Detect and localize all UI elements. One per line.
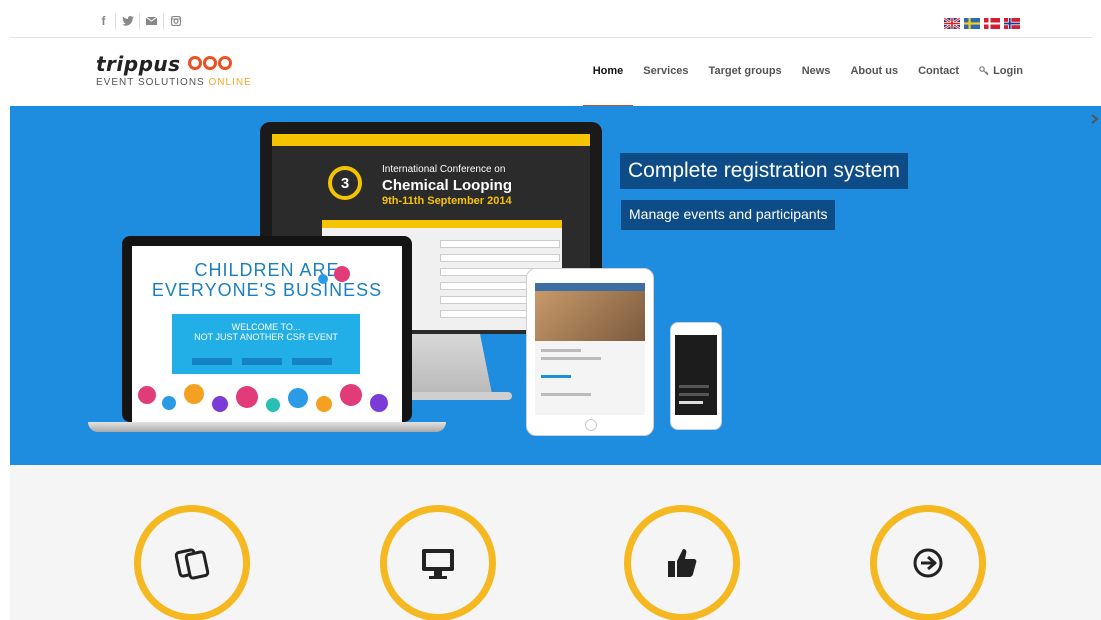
sweden-flag-icon[interactable] (964, 18, 980, 29)
nav-target-groups[interactable]: Target groups (709, 65, 782, 77)
laptop-mockup: CHILDREN ARE EVERYONE'S BUSINESS WELCOME… (122, 236, 412, 422)
nav-services[interactable]: Services (643, 65, 688, 77)
logo-wordmark: trippus (96, 52, 181, 76)
logo-tagline: EVENT SOLUTIONS ONLINE (96, 77, 252, 88)
twitter-icon (121, 16, 134, 26)
conference-badge: 3 (328, 166, 362, 200)
facebook-link[interactable]: f (92, 13, 116, 29)
hero-slider: 3 International Conference on Chemical L… (10, 106, 1101, 465)
feature-online[interactable] (380, 505, 496, 620)
mail-link[interactable] (140, 13, 164, 29)
twitter-link[interactable] (116, 13, 140, 29)
monitor-line-1: International Conference on (382, 164, 506, 175)
nav-login-label: Login (993, 65, 1023, 77)
main-nav: Home Services Target groups News About u… (573, 65, 1023, 107)
denmark-flag-icon[interactable] (984, 18, 1000, 29)
logo[interactable]: trippus EVENT SOLUTIONS ONLINE (96, 52, 252, 88)
laptop-title: CHILDREN ARE EVERYONE'S BUSINESS (151, 260, 383, 300)
thumbs-up-icon (662, 543, 702, 583)
slider-next-arrow-icon[interactable] (1091, 114, 1099, 124)
laptop-welcome-box: WELCOME TO... NOT JUST ANOTHER CSR EVENT (172, 314, 360, 374)
instagram-icon (171, 16, 181, 26)
arrow-circle-right-icon (908, 543, 948, 583)
nav-about-us[interactable]: About us (850, 65, 898, 77)
feature-quality[interactable] (624, 505, 740, 620)
language-flags (944, 18, 1020, 29)
top-bar: f (10, 0, 1092, 38)
feature-next[interactable] (870, 505, 986, 620)
hero-headline: Complete registration system (620, 153, 908, 189)
monitor-line-3: 9th-11th September 2014 (382, 195, 512, 207)
norway-flag-icon[interactable] (1004, 18, 1020, 29)
mail-icon (146, 17, 157, 25)
monitor-line-2: Chemical Looping (382, 177, 513, 194)
site-header: trippus EVENT SOLUTIONS ONLINE Home Serv… (0, 38, 1101, 107)
nav-contact[interactable]: Contact (918, 65, 959, 77)
facebook-icon: f (101, 14, 106, 28)
instagram-link[interactable] (164, 13, 188, 29)
phone-mockup (670, 322, 722, 430)
hero-subline: Manage events and participants (621, 200, 836, 230)
logo-circles-icon (188, 56, 232, 70)
tablet-mockup (526, 268, 654, 436)
nav-login[interactable]: Login (979, 65, 1023, 77)
key-icon (979, 66, 989, 76)
feature-registration[interactable] (134, 505, 250, 620)
cards-icon (172, 543, 212, 583)
nav-home[interactable]: Home (582, 65, 633, 107)
uk-flag-icon[interactable] (944, 18, 960, 29)
monitor-icon (418, 543, 458, 583)
social-links: f (92, 13, 188, 29)
page: f trippus EVENT SOLUTIONS ONLINE Home Se… (0, 0, 1101, 620)
feature-row (10, 465, 1101, 620)
nav-news[interactable]: News (802, 65, 831, 77)
